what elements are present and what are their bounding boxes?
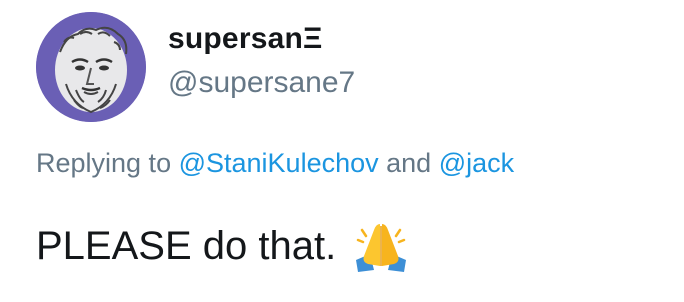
reply-prefix: Replying to (36, 148, 179, 178)
author-display-name[interactable]: supersanΞ (168, 22, 323, 56)
mention-link-stanikulechov[interactable]: @StaniKulechov (179, 148, 379, 178)
tweet-text: PLEASE do that. (36, 223, 337, 268)
greek-god-statue-icon (36, 12, 146, 122)
reply-conjunction: and (378, 148, 439, 178)
mention-link-jack[interactable]: @jack (439, 148, 514, 178)
author-handle[interactable]: @supersane7 (168, 66, 355, 100)
tweet-card: supersanΞ @supersane7 Replying to @Stani… (0, 0, 684, 302)
reply-context: Replying to @StaniKulechov and @jack (36, 148, 514, 179)
avatar[interactable] (36, 12, 146, 122)
folded-hands-emoji-icon (352, 220, 410, 272)
tweet-text-container: PLEASE do that. (36, 220, 410, 272)
